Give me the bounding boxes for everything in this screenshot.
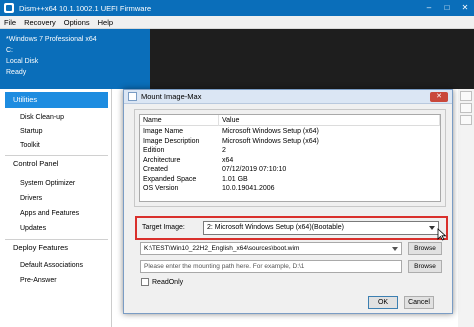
main-titlebar: Dism++x64 10.1.1002.1 UEFI Firmware – □ …	[0, 0, 474, 16]
session-drive: C:	[6, 47, 13, 54]
target-image-highlight: Target Image: 2: Microsoft Windows Setup…	[135, 216, 448, 240]
sidebar-item-startup[interactable]: Startup	[20, 126, 43, 138]
app-icon	[4, 3, 14, 13]
window-title: Dism++x64 10.1.1002.1 UEFI Firmware	[19, 3, 152, 13]
row-value: 07/12/2019 07:10:10	[222, 166, 287, 173]
mouse-cursor-icon	[437, 228, 447, 241]
table-header: Name Value	[140, 115, 440, 126]
session-list-background	[150, 29, 474, 89]
toolbar-button[interactable]	[460, 103, 472, 113]
cancel-button[interactable]: Cancel	[404, 296, 434, 309]
session-status: Ready	[6, 69, 27, 76]
row-name: Created	[143, 166, 168, 173]
target-image-select[interactable]: 2: Microsoft Windows Setup (x64)(Bootabl…	[203, 221, 439, 235]
row-name: Expanded Space	[143, 175, 197, 183]
menu-recovery[interactable]: Recovery	[20, 18, 60, 27]
target-image-value: 2: Microsoft Windows Setup (x64)(Bootabl…	[207, 224, 344, 231]
chevron-down-icon[interactable]	[392, 247, 398, 251]
session-panel[interactable]: *Windows 7 Professional x64 C: Local Dis…	[0, 29, 150, 89]
sidebar-item-toolkit[interactable]: Toolkit	[20, 140, 40, 152]
right-toolbar	[458, 89, 474, 327]
table-row[interactable]: Expanded Space 1.01 GB	[140, 175, 440, 185]
row-value: 2	[222, 147, 226, 154]
row-name: Image Description	[143, 137, 200, 145]
sidebar: Utilities Disk Clean-up Startup Toolkit …	[0, 89, 112, 327]
table-row[interactable]: OS Version 10.0.19041.2006	[140, 184, 440, 194]
image-path-row: K:\TEST\Win10_22H2_English_x64\sources\b…	[140, 242, 442, 255]
toolbar-button[interactable]	[460, 91, 472, 101]
maximize-button[interactable]: □	[438, 0, 456, 16]
mount-path-placeholder: Please enter the mounting path here. For…	[144, 263, 305, 270]
menu-options[interactable]: Options	[60, 18, 94, 27]
sidebar-item-apps-and-features[interactable]: Apps and Features	[20, 208, 79, 220]
column-header-value[interactable]: Value	[219, 115, 440, 126]
table-row[interactable]: Architecture x64	[140, 156, 440, 166]
readonly-label: ReadOnly	[152, 278, 184, 286]
target-image-label: Target Image:	[142, 224, 185, 231]
row-name: OS Version	[143, 185, 179, 192]
sidebar-item-updates[interactable]: Updates	[20, 223, 46, 235]
dialog-close-button[interactable]: ✕	[430, 92, 448, 102]
readonly-checkbox[interactable]	[141, 278, 149, 286]
menu-help[interactable]: Help	[94, 18, 117, 27]
row-name: Architecture	[143, 156, 181, 164]
table-row[interactable]: Created 07/12/2019 07:10:10	[140, 165, 440, 175]
sidebar-item-disk-cleanup[interactable]: Disk Clean-up	[20, 112, 64, 124]
row-value: x64	[222, 156, 234, 164]
mount-image-dialog: Mount Image-Max ✕ Name Value Image Name …	[123, 89, 453, 314]
browse-image-button[interactable]: Browse	[408, 242, 442, 255]
session-os: *Windows 7 Professional x64	[6, 36, 97, 43]
table-row[interactable]: Image Description Microsoft Windows Setu…	[140, 137, 440, 147]
browse-mount-path-button[interactable]: Browse	[408, 260, 442, 273]
dialog-icon	[128, 92, 137, 101]
dialog-title: Mount Image-Max	[141, 92, 202, 101]
table-row[interactable]: Edition 2	[140, 146, 440, 156]
mount-path-input[interactable]: Please enter the mounting path here. For…	[140, 260, 402, 273]
sidebar-item-pre-answer[interactable]: Pre-Answer	[20, 275, 57, 287]
image-path-value: K:\TEST\Win10_22H2_English_x64\sources\b…	[144, 245, 300, 252]
table-row[interactable]: Image Name Microsoft Windows Setup (x64)	[140, 127, 440, 137]
sidebar-item-drivers[interactable]: Drivers	[20, 193, 42, 205]
menu-bar: File Recovery Options Help	[0, 16, 474, 29]
sidebar-item-default-associations[interactable]: Default Associations	[20, 260, 83, 272]
ok-button[interactable]: OK	[368, 296, 398, 309]
image-info-table[interactable]: Name Value Image Name Microsoft Windows …	[139, 114, 441, 202]
row-value: Microsoft Windows Setup (x64)	[222, 137, 319, 145]
sidebar-utilities[interactable]: Utilities	[5, 92, 108, 108]
close-button[interactable]: ✕	[456, 0, 474, 16]
sidebar-control-panel[interactable]: Control Panel	[5, 156, 108, 172]
window-controls: – □ ✕	[420, 0, 474, 16]
chevron-down-icon	[429, 226, 435, 230]
row-name: Image Name	[143, 128, 184, 135]
minimize-button[interactable]: –	[420, 0, 438, 16]
session-disk: Local Disk	[6, 58, 39, 65]
readonly-option[interactable]: ReadOnly	[141, 278, 183, 286]
menu-file[interactable]: File	[0, 18, 20, 27]
toolbar-button[interactable]	[460, 115, 472, 125]
image-info-group: Name Value Image Name Microsoft Windows …	[134, 109, 446, 207]
sidebar-item-system-optimizer[interactable]: System Optimizer	[20, 178, 75, 190]
mount-path-row: Please enter the mounting path here. For…	[140, 260, 442, 273]
column-header-name[interactable]: Name	[140, 115, 219, 126]
sidebar-deploy-features[interactable]: Deploy Features	[5, 240, 108, 256]
row-value: 10.0.19041.2006	[222, 185, 275, 192]
row-value: 1.01 GB	[222, 175, 248, 183]
row-name: Edition	[143, 147, 165, 154]
row-value: Microsoft Windows Setup (x64)	[222, 128, 319, 135]
image-path-input[interactable]: K:\TEST\Win10_22H2_English_x64\sources\b…	[140, 242, 402, 255]
dialog-titlebar: Mount Image-Max ✕	[124, 90, 452, 104]
